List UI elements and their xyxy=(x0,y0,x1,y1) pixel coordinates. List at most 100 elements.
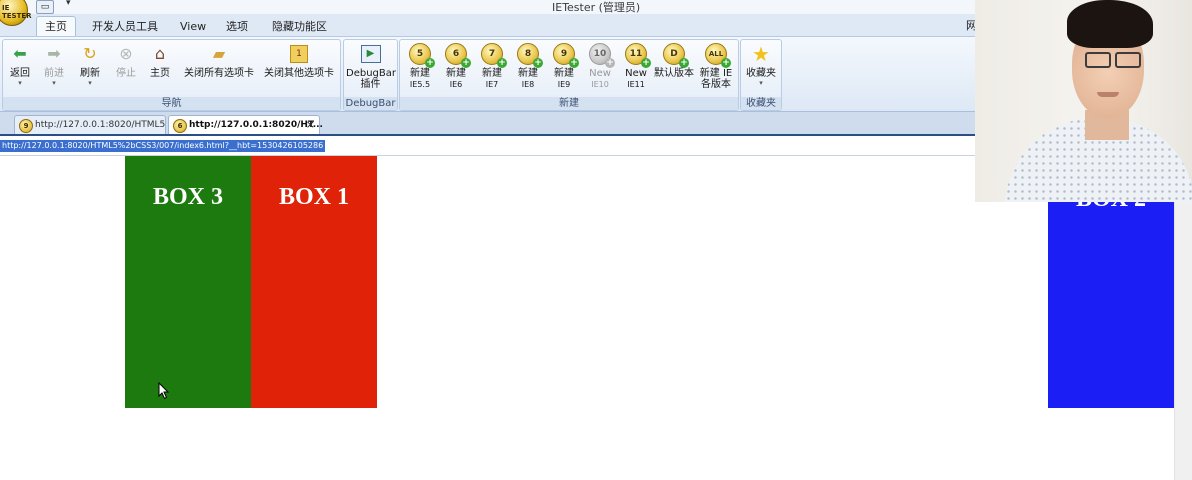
home-button[interactable]: ⌂ 主页 xyxy=(145,43,175,79)
new-ie10-line1: New xyxy=(589,68,611,79)
default-version-icon: D + xyxy=(663,43,689,68)
debugbar-plugin-button[interactable]: ▶ DebugBar 插件 xyxy=(346,43,396,90)
vertical-scrollbar[interactable] xyxy=(1174,200,1192,480)
new-ie10-button[interactable]: 10 + New IE10 xyxy=(582,43,618,90)
app-logo-text: IE TESTER xyxy=(2,4,32,20)
ie9-icon: 9 + xyxy=(553,43,579,68)
group-navigation-label: 导航 xyxy=(3,97,340,110)
group-new: 5 + 新建 IE5.5 6 + 新建 IE6 7 + 新建 IE7 8 + 新建 IE… xyxy=(399,39,739,111)
new-ie11-line1: New xyxy=(625,68,647,79)
box-2: BOX 2 xyxy=(1048,180,1174,408)
ie6-tab-icon: 6 xyxy=(173,119,187,133)
forward-button[interactable]: ➡ 前进 ▾ xyxy=(39,43,69,87)
new-ie55-line2: IE5.5 xyxy=(409,80,431,89)
new-ie55-button[interactable]: 5 + 新建 IE5.5 xyxy=(402,43,438,90)
close-other-tabs-label: 关闭其他选项卡 xyxy=(264,68,334,79)
ie10-icon: 10 + xyxy=(589,43,615,68)
new-ie11-line2: IE11 xyxy=(627,80,645,89)
group-navigation: ⬅ 返回 ▾ ➡ 前进 ▾ ↻ 刷新 ▾ ⊗ 停止 ⌂ 主页 ▰ 关闭所有选项卡 xyxy=(2,39,341,111)
box-1-label: BOX 1 xyxy=(278,184,349,210)
add-icon: + xyxy=(605,58,615,68)
new-ie9-button[interactable]: 9 + 新建 IE9 xyxy=(546,43,582,90)
add-icon: + xyxy=(641,58,651,68)
address-url-selected[interactable]: http://127.0.0.1:8020/HTML5%2bCSS3/007/i… xyxy=(0,140,326,152)
ribbon: ⬅ 返回 ▾ ➡ 前进 ▾ ↻ 刷新 ▾ ⊗ 停止 ⌂ 主页 ▰ 关闭所有选项卡 xyxy=(0,37,976,112)
all-versions-badge: ALL xyxy=(708,50,724,58)
new-ie7-line1: 新建 xyxy=(482,68,502,79)
back-button[interactable]: ⬅ 返回 ▾ xyxy=(5,43,35,87)
new-ie7-button[interactable]: 7 + 新建 IE7 xyxy=(474,43,510,90)
stop-label: 停止 xyxy=(116,68,136,79)
new-ie8-line2: IE8 xyxy=(521,80,535,89)
close-other-tabs-icon: 1 xyxy=(288,43,310,65)
home-label: 主页 xyxy=(150,68,170,79)
debugbar-icon: ▶ xyxy=(360,43,382,65)
doc-tab-ie6[interactable]: 6 http://127.0.0.1:8020/HT... × xyxy=(168,115,323,134)
presenter-hair xyxy=(1067,0,1153,48)
home-icon: ⌂ xyxy=(154,44,166,63)
window-title: IETester (管理员) xyxy=(552,1,641,14)
ie7-icon: 7 + xyxy=(481,43,507,68)
ie6-badge: 6 xyxy=(452,49,460,59)
glasses-icon xyxy=(1085,52,1141,68)
star-icon: ★ xyxy=(752,42,770,66)
forward-label: 前进 xyxy=(44,68,64,79)
close-tab-icon[interactable]: × xyxy=(306,116,315,134)
open-folder-icon[interactable]: ▭ xyxy=(36,0,54,14)
favorites-button[interactable]: ★ 收藏夹 ▾ xyxy=(743,43,779,87)
default-version-label: 默认版本 xyxy=(654,68,694,79)
ie8-icon: 8 + xyxy=(517,43,543,68)
all-versions-icon: ALL + xyxy=(705,43,731,68)
new-all-ie-versions-button[interactable]: ALL + 新建 IE 各版本 xyxy=(696,43,736,90)
address-bar[interactable]: http://127.0.0.1:8020/HTML5%2bCSS3/007/i… xyxy=(0,137,976,156)
ie6-icon: 6 + xyxy=(445,43,471,68)
stop-button[interactable]: ⊗ 停止 xyxy=(111,43,141,79)
back-arrow-icon: ⬅ xyxy=(13,44,27,63)
new-ie6-button[interactable]: 6 + 新建 IE6 xyxy=(438,43,474,90)
new-ie6-line2: IE6 xyxy=(449,80,463,89)
new-ie9-line2: IE9 xyxy=(557,80,571,89)
new-ie8-line1: 新建 xyxy=(518,68,538,79)
tab-developer-tools[interactable]: 开发人员工具 xyxy=(84,17,166,36)
group-debugbar-label: DebugBar xyxy=(344,97,397,110)
new-ie11-button[interactable]: 11 + New IE11 xyxy=(618,43,654,90)
tab-options[interactable]: 选项 xyxy=(218,17,256,36)
ie10-badge: 10 xyxy=(593,49,607,59)
close-all-tabs-button[interactable]: ▰ 关闭所有选项卡 xyxy=(179,43,259,79)
add-icon: + xyxy=(425,58,435,68)
mouse-pointer-icon xyxy=(158,382,170,400)
add-icon: + xyxy=(679,58,689,68)
debugbar-line1: DebugBar xyxy=(346,68,396,79)
default-version-button[interactable]: D + 默认版本 xyxy=(652,43,696,79)
add-icon: + xyxy=(497,58,507,68)
group-debugbar: ▶ DebugBar 插件 DebugBar xyxy=(343,39,398,111)
new-ie10-line2: IE10 xyxy=(591,80,609,89)
add-icon: + xyxy=(461,58,471,68)
doc-tab-ie9[interactable]: 9 http://127.0.0.1:8020/HTML5 xyxy=(14,115,166,134)
ie9-tab-icon: 9 xyxy=(19,119,33,133)
tab-view[interactable]: View xyxy=(172,17,214,36)
new-all-ie-line2: 各版本 xyxy=(701,79,731,90)
back-label: 返回 xyxy=(10,68,30,79)
refresh-button[interactable]: ↻ 刷新 ▾ xyxy=(75,43,105,87)
close-other-tabs-button[interactable]: 1 关闭其他选项卡 xyxy=(260,43,338,79)
new-ie6-line1: 新建 xyxy=(446,68,466,79)
presenter-mouth xyxy=(1097,92,1119,97)
ie7-badge: 7 xyxy=(488,49,496,59)
add-icon: + xyxy=(569,58,579,68)
group-new-label: 新建 xyxy=(400,97,738,110)
doc-tab-title: http://127.0.0.1:8020/HT... xyxy=(189,120,323,130)
ribbon-tab-strip: 主页 开发人员工具 View 选项 隐藏功能区 xyxy=(0,14,976,37)
group-favorites-label: 收藏夹 xyxy=(741,97,781,110)
new-ie8-button[interactable]: 8 + 新建 IE8 xyxy=(510,43,546,90)
new-ie7-line2: IE7 xyxy=(485,80,499,89)
refresh-icon: ↻ xyxy=(83,44,97,63)
quick-access-dropdown-icon[interactable]: ▾ xyxy=(66,0,71,8)
favorites-dropdown-icon: ▾ xyxy=(759,79,763,87)
tab-home[interactable]: 主页 xyxy=(36,16,76,36)
stop-icon: ⊗ xyxy=(119,44,133,63)
add-icon: + xyxy=(533,58,543,68)
ie8-badge: 8 xyxy=(524,49,532,59)
tab-hide-ribbon[interactable]: 隐藏功能区 xyxy=(264,17,335,36)
close-other-tabs-badge: 1 xyxy=(290,45,308,63)
